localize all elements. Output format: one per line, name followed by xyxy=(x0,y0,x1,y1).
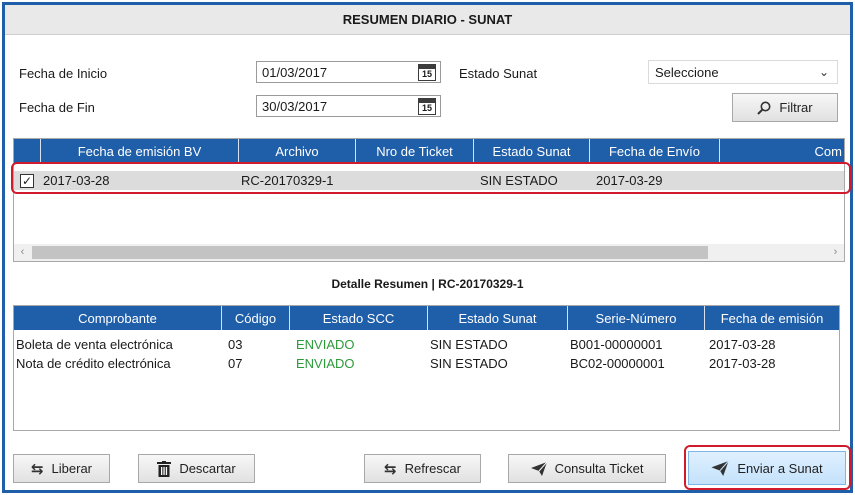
consulta-ticket-label: Consulta Ticket xyxy=(554,461,644,476)
consulta-ticket-button[interactable]: Consulta Ticket xyxy=(508,454,666,483)
row-checkbox-cell[interactable]: ✓ xyxy=(14,171,41,190)
fecha-fin-label: Fecha de Fin xyxy=(19,100,95,115)
liberar-label: Liberar xyxy=(51,461,93,476)
fecha-inicio-label: Fecha de Inicio xyxy=(19,66,108,81)
cell-fecha-emision: 2017-03-28 xyxy=(709,337,776,352)
cell-estado-scc: ENVIADO xyxy=(296,356,355,371)
cell-com xyxy=(720,171,844,190)
refrescar-button[interactable]: ⇆ Refrescar xyxy=(364,454,481,483)
cell-serie-numero: B001-00000001 xyxy=(570,337,663,352)
column-header[interactable]: Estado Sunat xyxy=(428,306,568,330)
descartar-button[interactable]: Descartar xyxy=(138,454,255,483)
scroll-right-icon[interactable]: › xyxy=(827,244,844,261)
column-header[interactable]: Com xyxy=(720,139,844,163)
column-header[interactable]: Serie-Número xyxy=(568,306,705,330)
detail-title: Detalle Resumen | RC-20170329-1 xyxy=(331,277,524,291)
column-header[interactable]: Fecha de emisión BV xyxy=(41,139,239,163)
scroll-left-icon[interactable]: ‹ xyxy=(14,244,31,261)
calendar-icon[interactable]: 15 xyxy=(418,98,436,115)
enviar-sunat-button[interactable]: Enviar a Sunat xyxy=(688,451,846,485)
paper-plane-icon xyxy=(711,460,730,476)
table-row[interactable]: Boleta de venta electrónica 03 ENVIADO S… xyxy=(14,335,839,354)
cell-estado-sunat: SIN ESTADO xyxy=(430,356,508,371)
calendar-icon[interactable]: 15 xyxy=(418,64,436,81)
detail-grid-header: Comprobante Código Estado SCC Estado Sun… xyxy=(14,306,839,330)
cell-serie-numero: BC02-00000001 xyxy=(570,356,665,371)
column-header[interactable]: Estado SCC xyxy=(290,306,428,330)
cell-ticket xyxy=(356,171,474,190)
cell-fecha-emision: 2017-03-28 xyxy=(43,173,110,188)
paper-plane-icon xyxy=(530,461,547,476)
window-title: RESUMEN DIARIO - SUNAT xyxy=(5,5,850,35)
cell-estado-sunat: SIN ESTADO xyxy=(430,337,508,352)
search-icon xyxy=(757,101,771,115)
cell-fecha-emision: 2017-03-28 xyxy=(709,356,776,371)
descartar-label: Descartar xyxy=(179,461,236,476)
refresh-arrows-icon: ⇆ xyxy=(30,460,44,478)
cell-comprobante: Nota de crédito electrónica xyxy=(16,356,171,371)
summary-grid[interactable]: Fecha de emisión BV Archivo Nro de Ticke… xyxy=(13,138,845,262)
trash-icon xyxy=(157,460,172,477)
refrescar-label: Refrescar xyxy=(404,461,461,476)
table-row[interactable]: ✓ 2017-03-28 RC-20170329-1 SIN ESTADO 20… xyxy=(14,171,844,190)
column-header[interactable]: Fecha de Envío xyxy=(590,139,720,163)
cell-estado-scc: ENVIADO xyxy=(296,337,355,352)
cell-comprobante: Boleta de venta electrónica xyxy=(16,337,173,352)
enviar-sunat-label: Enviar a Sunat xyxy=(737,460,823,476)
cell-archivo: RC-20170329-1 xyxy=(241,173,334,188)
column-header[interactable]: Archivo xyxy=(239,139,356,163)
liberar-button[interactable]: ⇆ Liberar xyxy=(13,454,110,483)
filtrar-button[interactable]: Filtrar xyxy=(732,93,838,122)
fecha-inicio-value: 01/03/2017 xyxy=(262,64,328,80)
filtrar-label: Filtrar xyxy=(779,100,813,115)
estado-sunat-select[interactable]: Seleccione ⌄ xyxy=(648,60,838,84)
fecha-inicio-input[interactable]: 01/03/2017 15 xyxy=(256,61,441,83)
column-header[interactable]: Nro de Ticket xyxy=(356,139,474,163)
table-row[interactable]: Nota de crédito electrónica 07 ENVIADO S… xyxy=(14,354,839,373)
column-header[interactable]: Comprobante xyxy=(14,306,222,330)
fecha-fin-input[interactable]: 30/03/2017 15 xyxy=(256,95,441,117)
estado-sunat-label: Estado Sunat xyxy=(459,66,538,81)
cell-codigo: 07 xyxy=(228,356,243,371)
select-column-header xyxy=(14,139,41,163)
column-header[interactable]: Estado Sunat xyxy=(474,139,590,163)
column-header[interactable]: Código xyxy=(222,306,290,330)
estado-sunat-value: Seleccione xyxy=(655,64,719,80)
cell-codigo: 03 xyxy=(228,337,243,352)
fecha-fin-value: 30/03/2017 xyxy=(262,98,328,114)
detail-grid[interactable]: Comprobante Código Estado SCC Estado Sun… xyxy=(13,305,840,431)
row-checkbox[interactable]: ✓ xyxy=(20,173,34,188)
cell-fecha-envio: 2017-03-29 xyxy=(596,173,663,188)
summary-grid-header: Fecha de emisión BV Archivo Nro de Ticke… xyxy=(14,139,844,163)
cell-estado-sunat: SIN ESTADO xyxy=(480,173,558,188)
scrollbar-thumb[interactable] xyxy=(32,246,708,259)
chevron-down-icon: ⌄ xyxy=(818,65,829,79)
refresh-arrows-icon: ⇆ xyxy=(384,460,397,478)
column-header[interactable]: Fecha de emisión xyxy=(705,306,839,330)
horizontal-scrollbar[interactable]: ‹ › xyxy=(14,244,844,261)
